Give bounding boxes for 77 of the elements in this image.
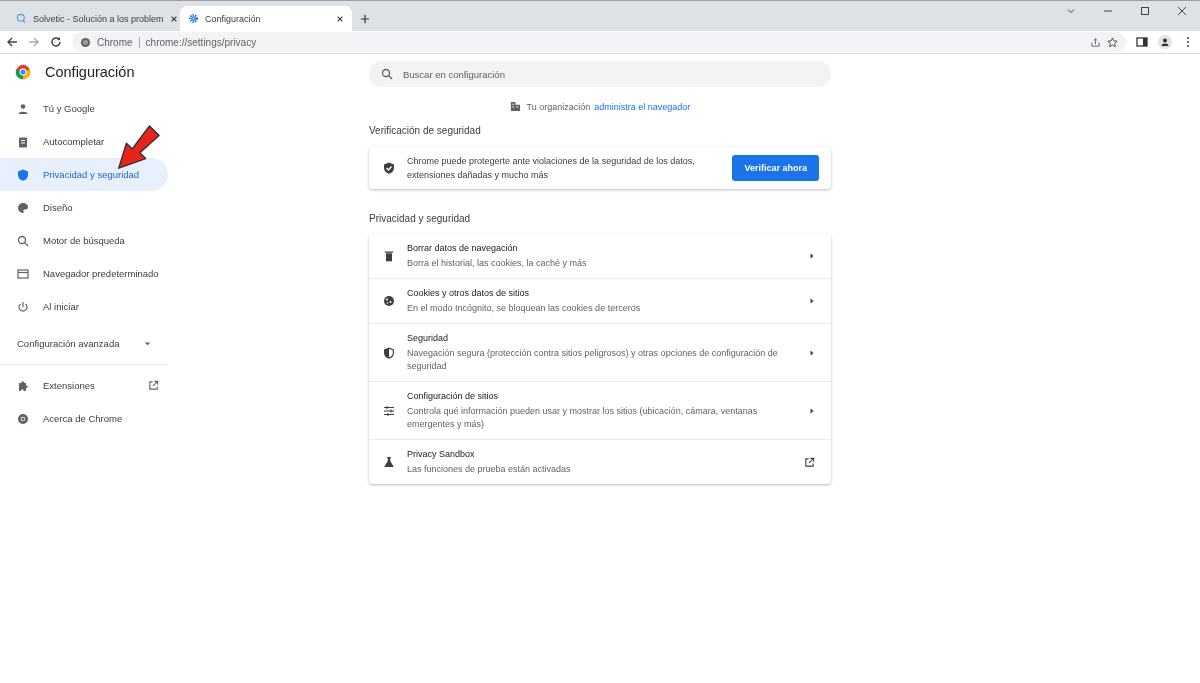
side-panel-icon[interactable] <box>1136 36 1148 48</box>
browser-window-icon <box>17 267 29 280</box>
settings-row[interactable]: Cookies y otros datos de sitios En el modo Incógnito, se bloquean las cookies de terceros <box>369 278 831 323</box>
search-field[interactable]: Buscar en configuración <box>369 61 831 87</box>
sidebar-item[interactable]: Acerca de Chrome <box>0 402 168 435</box>
sidebar-item[interactable]: Tú y Google <box>0 92 168 125</box>
building-icon <box>509 101 521 112</box>
settings-row[interactable]: Configuración de sitios Controla qué información pueden usar y mostrar los sitios (ubicación, cámara, ventanas emergentes y más) <box>369 381 831 439</box>
row-description: Las funciones de prueba están activadas <box>407 463 572 476</box>
sidebar-item[interactable]: Motor de búsqueda <box>0 224 168 257</box>
new-tab-icon[interactable] <box>360 14 370 24</box>
sidebar-item[interactable]: Al iniciar <box>0 290 168 323</box>
row-title: Borrar datos de navegación <box>407 242 519 255</box>
sliders-icon <box>383 404 395 417</box>
reload-icon[interactable] <box>50 36 62 48</box>
sidebar-item[interactable]: Autocompletar <box>0 125 168 158</box>
row-title: Seguridad <box>407 332 450 345</box>
advanced-settings-toggle[interactable]: Configuración avanzada <box>0 323 168 364</box>
browser-tab[interactable]: Configuración <box>180 6 352 31</box>
star-icon[interactable] <box>1107 36 1118 48</box>
magnifier-icon <box>16 13 27 24</box>
caret-right-icon <box>809 252 815 260</box>
row-title: Cookies y otros datos de sitios <box>407 287 531 300</box>
sidebar-item[interactable]: Privacidad y seguridad <box>0 158 168 191</box>
flask-icon <box>383 456 395 468</box>
section-heading: Verificación de seguridad <box>369 125 482 136</box>
page-title: Configuración <box>45 64 135 80</box>
shield-icon <box>17 168 29 181</box>
search-icon <box>17 234 29 247</box>
settings-row[interactable]: Borrar datos de navegación Borra el historial, las cookies, la caché y más <box>369 234 831 278</box>
site-label: Chrome <box>97 36 133 48</box>
url-text: chrome://settings/privacy <box>145 36 257 48</box>
safety-check-description: Chrome puede protegerte ante violaciones de la seguridad de los datos, extensiones dañadas y mucho más <box>407 155 696 182</box>
chrome-logo-icon <box>15 64 31 80</box>
sidebar-item[interactable]: Extensiones <box>0 369 168 402</box>
profile-avatar-icon[interactable] <box>1158 35 1172 49</box>
chrome-logo-icon <box>17 412 29 425</box>
row-description: Borra el historial, las cookies, la caché y más <box>407 257 588 270</box>
chrome-logo-icon <box>80 36 91 48</box>
row-description: Navegación segura (protección contra sitios peligrosos) y otras opciones de configuración de seguridad <box>407 347 779 373</box>
managed-notice-text: Tu organización <box>526 101 591 112</box>
close-icon[interactable] <box>1177 5 1187 16</box>
caret-right-icon <box>809 297 815 305</box>
settings-row[interactable]: Seguridad Navegación segura (protección contra sitios peligrosos) y otras opciones de configuración de seguridad <box>369 323 831 381</box>
trash-icon <box>383 250 395 262</box>
caret-right-icon <box>809 348 815 357</box>
address-bar[interactable]: Chrome chrome://settings/privacy <box>72 32 1126 52</box>
row-description: En el modo Incógnito, se bloquean las cookies de terceros <box>407 302 642 315</box>
manage-browser-link[interactable]: administra el navegador <box>594 101 691 112</box>
sidebar-item[interactable]: Navegador predeterminado <box>0 257 168 290</box>
palette-icon <box>17 201 29 214</box>
shield-check-icon <box>383 162 395 174</box>
section-heading: Privacidad y seguridad <box>369 213 472 224</box>
share-icon[interactable] <box>1090 36 1101 48</box>
power-icon <box>17 300 29 313</box>
clipboard-icon <box>17 135 29 148</box>
caret-right-icon <box>809 406 815 415</box>
tab-title: Configuración <box>205 13 262 24</box>
close-icon[interactable] <box>169 14 178 23</box>
external-link-icon <box>148 380 159 391</box>
cookie-icon <box>383 295 395 307</box>
maximize-icon[interactable] <box>1140 5 1150 16</box>
shield-icon <box>383 346 395 359</box>
verify-now-button[interactable]: Verificar ahora <box>732 155 819 181</box>
puzzle-icon <box>17 379 29 392</box>
external-link-icon <box>804 456 815 468</box>
row-title: Privacy Sandbox <box>407 448 476 461</box>
browser-tab[interactable]: Solvetic - Solución a los problem <box>8 6 180 31</box>
gear-icon <box>188 13 199 24</box>
sidebar-item[interactable]: Diseño <box>0 191 168 224</box>
close-icon[interactable] <box>336 14 344 23</box>
row-title: Configuración de sitios <box>407 390 500 403</box>
row-description: Controla qué información pueden usar y mostrar los sitios (ubicación, cámara, ventanas emergentes y más) <box>407 405 759 431</box>
person-icon <box>17 102 29 115</box>
back-icon[interactable] <box>6 36 18 48</box>
settings-row[interactable]: Privacy Sandbox Las funciones de prueba están activadas <box>369 439 831 484</box>
tab-title: Solvetic - Solución a los problem <box>33 13 164 24</box>
